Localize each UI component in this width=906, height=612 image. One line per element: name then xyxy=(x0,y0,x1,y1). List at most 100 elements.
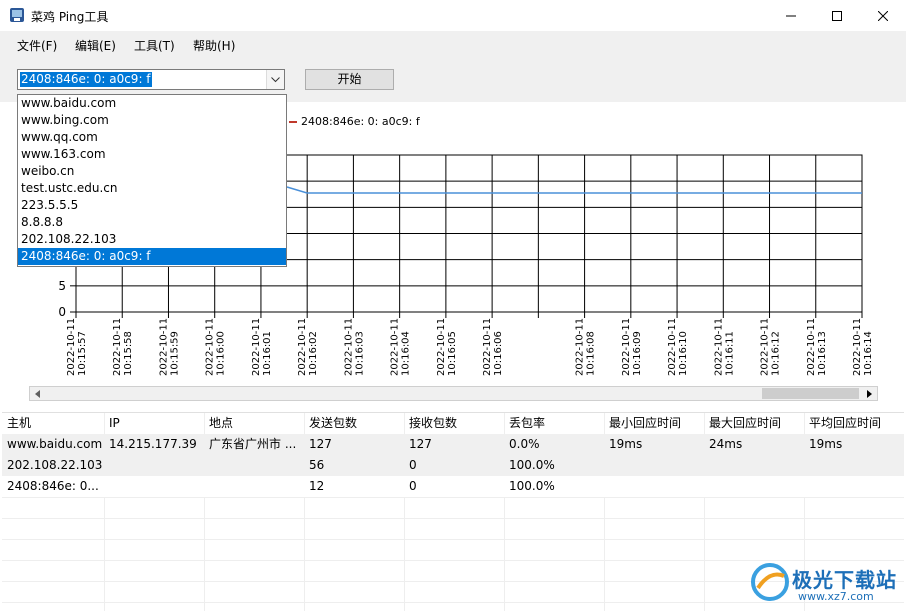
start-button[interactable]: 开始 xyxy=(305,69,394,90)
x-tick-text: 10:16:10 xyxy=(678,331,689,376)
table-cell xyxy=(704,476,804,497)
table-cell: 24ms xyxy=(709,437,743,451)
arrow-right-icon xyxy=(867,389,872,398)
table-cell: 127 xyxy=(409,437,432,451)
chart-horizontal-scrollbar[interactable] xyxy=(29,386,878,401)
x-tick-text: 2022-10-11 xyxy=(482,318,493,376)
table-cell: 0.0% xyxy=(509,437,540,451)
dropdown-option[interactable]: weibo.cn xyxy=(18,163,286,180)
dropdown-option[interactable]: 8.8.8.8 xyxy=(18,214,286,231)
dropdown-option[interactable]: www.bing.com xyxy=(18,112,286,129)
x-tick-label: 2022-10-11 10:16:03 xyxy=(343,318,365,376)
table-cell xyxy=(604,476,704,497)
combobox-dropdown-button[interactable] xyxy=(266,70,284,89)
x-tick-text: 2022-10-11 xyxy=(205,318,216,376)
column-header[interactable]: 最大回应时间 xyxy=(704,413,804,434)
column-header[interactable]: IP xyxy=(104,413,204,434)
menu-help[interactable]: 帮助(H) xyxy=(193,37,235,54)
maximize-button[interactable] xyxy=(814,0,860,31)
row-divider xyxy=(2,539,904,540)
x-tick-text: 2022-10-11 xyxy=(713,318,724,376)
host-combobox[interactable]: 2408:846e: 0: a0c9: f xyxy=(17,69,285,90)
dropdown-option[interactable]: test.ustc.edu.cn xyxy=(18,180,286,197)
column-header[interactable]: 接收包数 xyxy=(404,413,504,434)
x-tick-label: 2022-10-11 10:16:13 xyxy=(806,318,828,376)
watermark-logo: 极光下载站 www.xz7.com xyxy=(750,560,900,610)
table-cell: 127 xyxy=(309,437,332,451)
x-tick-label: 2022-10-11 10:16:14 xyxy=(852,318,874,376)
column-header[interactable]: 丢包率 xyxy=(504,413,604,434)
menu-bar: 文件(F) 编辑(E) 工具(T) 帮助(H) xyxy=(0,31,906,57)
dropdown-option[interactable]: www.163.com xyxy=(18,146,286,163)
watermark-text: 极光下载站 xyxy=(792,568,897,592)
x-tick-label: 2022-10-11 10:16:12 xyxy=(760,318,782,376)
dropdown-option[interactable]: 202.108.22.103 xyxy=(18,231,286,248)
x-tick-text: 2022-10-11 xyxy=(760,318,771,376)
arrow-left-icon xyxy=(35,389,40,398)
row-divider xyxy=(2,518,904,519)
x-tick-label: 2022-10-11 10:15:57 xyxy=(66,318,88,376)
x-tick-text: 10:16:03 xyxy=(354,331,365,376)
column-header[interactable]: 地点 xyxy=(204,413,304,434)
dropdown-option[interactable]: 2408:846e: 0: a0c9: f xyxy=(18,248,286,265)
x-tick-label: 2022-10-11 10:16:06 xyxy=(482,318,504,376)
column-header[interactable]: 平均回应时间 xyxy=(804,413,904,434)
minimize-button[interactable] xyxy=(768,0,814,31)
x-tick-label: 2022-10-11 10:16:05 xyxy=(436,318,458,376)
x-tick-text: 2022-10-11 xyxy=(158,318,169,376)
maximize-icon xyxy=(832,10,842,21)
menu-edit[interactable]: 编辑(E) xyxy=(75,37,116,54)
x-tick-text: 10:16:13 xyxy=(817,331,828,376)
x-tick-text: 2022-10-11 xyxy=(66,318,77,376)
x-tick-text: 10:16:14 xyxy=(863,331,874,376)
x-tick-text: 2022-10-11 xyxy=(852,318,863,376)
x-tick-text: 2022-10-11 xyxy=(667,318,678,376)
x-tick-text: 10:16:12 xyxy=(771,331,782,376)
x-tick-text: 2022-10-11 xyxy=(343,318,354,376)
x-tick-label: 2022-10-11 10:15:58 xyxy=(112,318,134,376)
app-icon xyxy=(10,8,24,22)
dropdown-option[interactable]: 223.5.5.5 xyxy=(18,197,286,214)
x-tick-label: 2022-10-11 10:16:02 xyxy=(297,318,319,376)
minimize-icon xyxy=(786,15,796,16)
close-button[interactable] xyxy=(860,0,906,31)
table-cell xyxy=(804,476,904,497)
x-tick-text: 10:16:04 xyxy=(401,331,412,376)
table-cell: 0 xyxy=(409,458,417,472)
menu-tools[interactable]: 工具(T) xyxy=(134,37,175,54)
table-cell: 0 xyxy=(409,479,417,493)
scroll-right-button[interactable] xyxy=(862,387,877,400)
column-header[interactable]: 发送包数 xyxy=(304,413,404,434)
y-tick-label: 5 xyxy=(58,279,66,293)
chevron-down-icon xyxy=(271,76,280,82)
table-cell xyxy=(104,476,204,497)
watermark-url: www.xz7.com xyxy=(798,590,874,603)
column-header[interactable]: 主机 xyxy=(2,413,102,434)
table-cell: 202.108.22.103 xyxy=(7,458,102,472)
dropdown-option[interactable]: www.qq.com xyxy=(18,129,286,146)
x-tick-text: 10:15:58 xyxy=(123,331,134,376)
x-tick-text: 2022-10-11 xyxy=(806,318,817,376)
table-cell xyxy=(104,455,204,476)
x-tick-label: 2022-10-11 10:16:08 xyxy=(575,318,597,376)
host-combobox-value: 2408:846e: 0: a0c9: f xyxy=(20,72,152,87)
x-tick-text: 10:16:05 xyxy=(447,331,458,376)
x-tick-label: 2022-10-11 10:16:01 xyxy=(251,318,273,376)
table-cell xyxy=(804,455,904,476)
table-cell: www.baidu.com xyxy=(7,437,102,451)
table-cell xyxy=(604,455,704,476)
x-tick-label: 2022-10-11 10:16:09 xyxy=(621,318,643,376)
x-tick-label: 2022-10-11 10:16:00 xyxy=(205,318,227,376)
dropdown-option[interactable]: www.baidu.com xyxy=(18,95,286,112)
close-icon xyxy=(878,10,888,21)
scroll-left-button[interactable] xyxy=(30,387,45,400)
table-cell: 19ms xyxy=(809,437,843,451)
table-cell xyxy=(204,476,304,497)
table-cell: 12 xyxy=(309,479,325,493)
table-cell: 14.215.177.39 xyxy=(109,437,197,451)
x-tick-text: 10:16:11 xyxy=(724,331,735,376)
series-line xyxy=(286,186,862,194)
column-header[interactable]: 最小回应时间 xyxy=(604,413,704,434)
menu-file[interactable]: 文件(F) xyxy=(17,37,57,54)
scroll-thumb[interactable] xyxy=(762,388,859,399)
